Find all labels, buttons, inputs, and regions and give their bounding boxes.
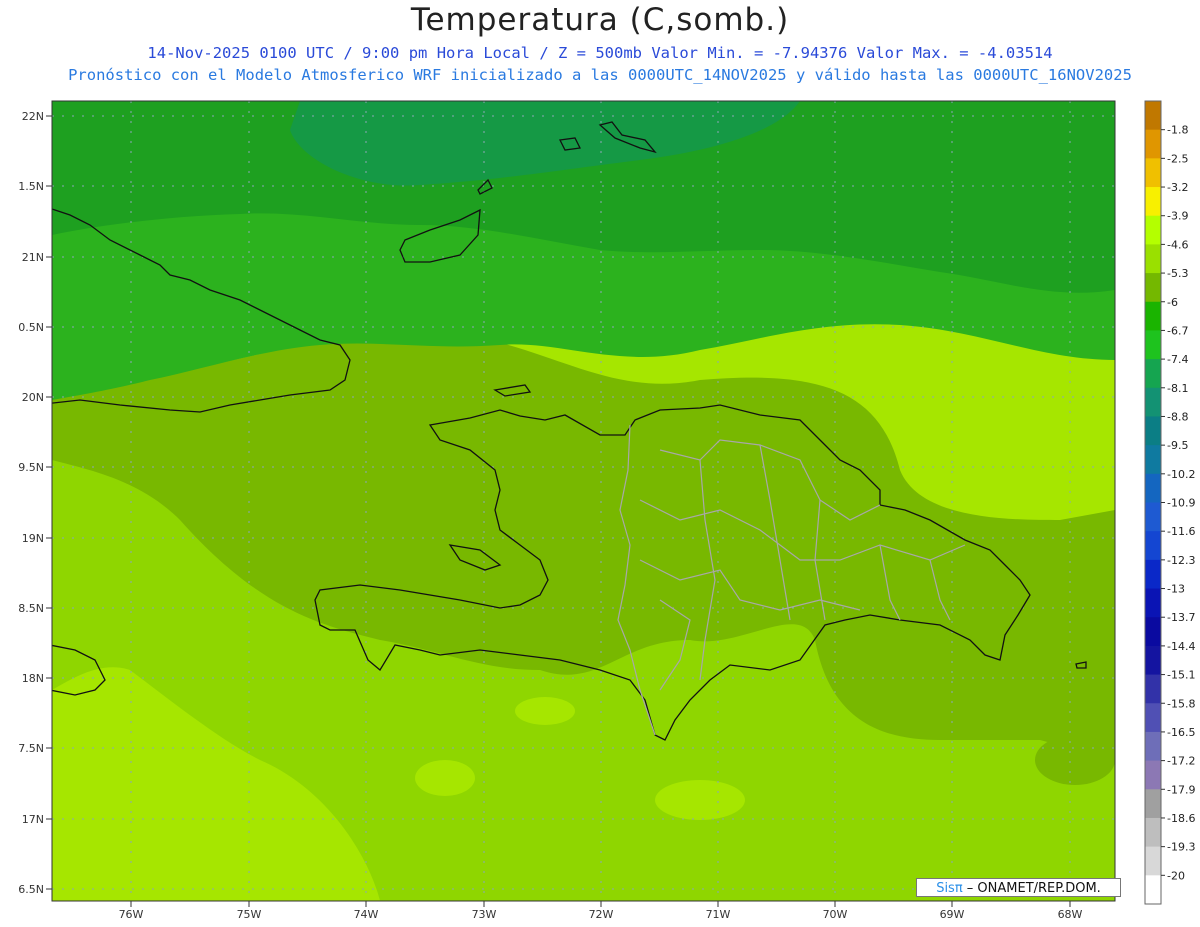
colorbar-swatch bbox=[1145, 731, 1161, 762]
sispi-brand: Sisπ bbox=[936, 881, 963, 896]
colorbar-swatch bbox=[1145, 129, 1161, 159]
colorbar-swatch bbox=[1145, 703, 1161, 733]
source-badge: Sisπ – ONAMET/REP.DOM. bbox=[916, 878, 1121, 897]
temperature-field bbox=[52, 101, 1115, 901]
colorbar-label: -1.8 bbox=[1167, 124, 1188, 137]
colorbar-label: -13.7 bbox=[1167, 611, 1195, 624]
colorbar-swatch bbox=[1145, 559, 1161, 590]
colorbar-label: -19.3 bbox=[1167, 841, 1195, 854]
lon-label: 72W bbox=[589, 908, 614, 921]
field-blob-south bbox=[515, 697, 575, 725]
lat-label: 21N bbox=[22, 251, 44, 264]
lon-label: 76W bbox=[119, 908, 144, 921]
colorbar-swatch bbox=[1145, 617, 1161, 647]
colorbar-swatch bbox=[1145, 588, 1161, 618]
colorbar-swatch bbox=[1145, 387, 1161, 417]
colorbar-swatch bbox=[1145, 846, 1161, 876]
latitude-labels: 22N 1.5N 21N 0.5N 20N 9.5N 19N 8.5N 18N … bbox=[18, 110, 44, 896]
lon-label: 70W bbox=[823, 908, 848, 921]
colorbar-label: -5.3 bbox=[1167, 267, 1188, 280]
colorbar-swatch bbox=[1145, 301, 1161, 331]
field-blob-south-east bbox=[655, 780, 745, 820]
lon-label: 69W bbox=[940, 908, 965, 921]
colorbar-label: -10.9 bbox=[1167, 497, 1195, 510]
field-blob-east bbox=[1035, 735, 1115, 785]
colorbar-label: -11.6 bbox=[1167, 525, 1195, 538]
lat-label: 20N bbox=[22, 391, 44, 404]
colorbar-label: -4.6 bbox=[1167, 238, 1188, 251]
colorbar-label: -20 bbox=[1167, 869, 1185, 882]
colorbar-label: -9.5 bbox=[1167, 439, 1188, 452]
colorbar-label: -13 bbox=[1167, 583, 1185, 596]
temperature-map: 22N 1.5N 21N 0.5N 20N 9.5N 19N 8.5N 18N … bbox=[18, 100, 1195, 921]
colorbar-label: -15.1 bbox=[1167, 669, 1195, 682]
lat-label: 8.5N bbox=[18, 602, 44, 615]
lon-label: 73W bbox=[472, 908, 497, 921]
colorbar-swatch bbox=[1145, 330, 1161, 360]
lon-label: 68W bbox=[1058, 908, 1083, 921]
lon-label: 71W bbox=[706, 908, 731, 921]
colorbar-swatch bbox=[1145, 760, 1161, 790]
lat-label: 18N bbox=[22, 672, 44, 685]
colorbar-swatch bbox=[1145, 875, 1161, 905]
colorbar-swatch bbox=[1145, 817, 1161, 848]
colorbar-label: -3.2 bbox=[1167, 181, 1188, 194]
lat-label: 0.5N bbox=[18, 321, 44, 334]
colorbar-label: -6 bbox=[1167, 296, 1178, 309]
colorbar-label: -7.4 bbox=[1167, 353, 1188, 366]
colorbar-swatch bbox=[1145, 645, 1161, 676]
colorbar-label: -2.5 bbox=[1167, 152, 1188, 165]
colorbar-swatch bbox=[1145, 158, 1161, 188]
lat-label: 17N bbox=[22, 813, 44, 826]
colorbar-swatch bbox=[1145, 416, 1161, 446]
colorbar: -1.8 -2.5 -3.2 -3.9 -4.6 -5.3 -6 -6.7 -7.4 -8.1 -8… bbox=[1144, 100, 1195, 905]
lat-label: 9.5N bbox=[18, 461, 44, 474]
colorbar-label: -3.9 bbox=[1167, 210, 1188, 223]
colorbar-label: -15.8 bbox=[1167, 697, 1195, 710]
field-blob-south-west bbox=[415, 760, 475, 796]
colorbar-label: -14.4 bbox=[1167, 640, 1195, 653]
colorbar-label: -6.7 bbox=[1167, 324, 1188, 337]
colorbar-swatch bbox=[1145, 789, 1161, 819]
colorbar-label: -16.5 bbox=[1167, 726, 1195, 739]
colorbar-swatch bbox=[1145, 445, 1161, 475]
colorbar-swatch bbox=[1145, 359, 1161, 389]
colorbar-label: -18.6 bbox=[1167, 812, 1195, 825]
lon-label: 75W bbox=[237, 908, 262, 921]
colorbar-swatch bbox=[1145, 473, 1161, 503]
colorbar-swatch bbox=[1145, 531, 1161, 561]
colorbar-swatch bbox=[1145, 502, 1161, 532]
longitude-labels: 76W 75W 74W 73W 72W 71W 70W 69W 68W bbox=[119, 908, 1083, 921]
colorbar-label: -8.8 bbox=[1167, 410, 1188, 423]
colorbar-label: -12.3 bbox=[1167, 554, 1195, 567]
lat-label: 6.5N bbox=[18, 883, 44, 896]
colorbar-swatch bbox=[1145, 101, 1161, 131]
lat-label: 7.5N bbox=[18, 742, 44, 755]
colorbar-swatch bbox=[1145, 187, 1161, 217]
colorbar-swatch bbox=[1145, 215, 1161, 245]
colorbar-swatch bbox=[1145, 674, 1161, 704]
colorbar-label: -10.2 bbox=[1167, 468, 1195, 481]
colorbar-label: -8.1 bbox=[1167, 382, 1188, 395]
lat-label: 19N bbox=[22, 532, 44, 545]
colorbar-label: -17.9 bbox=[1167, 783, 1195, 796]
colorbar-swatch bbox=[1145, 273, 1161, 303]
badge-text: – ONAMET/REP.DOM. bbox=[962, 881, 1101, 896]
lat-label: 1.5N bbox=[18, 180, 44, 193]
lat-label: 22N bbox=[22, 110, 44, 123]
colorbar-swatch bbox=[1145, 244, 1161, 274]
lon-label: 74W bbox=[354, 908, 379, 921]
colorbar-label: -17.2 bbox=[1167, 755, 1195, 768]
